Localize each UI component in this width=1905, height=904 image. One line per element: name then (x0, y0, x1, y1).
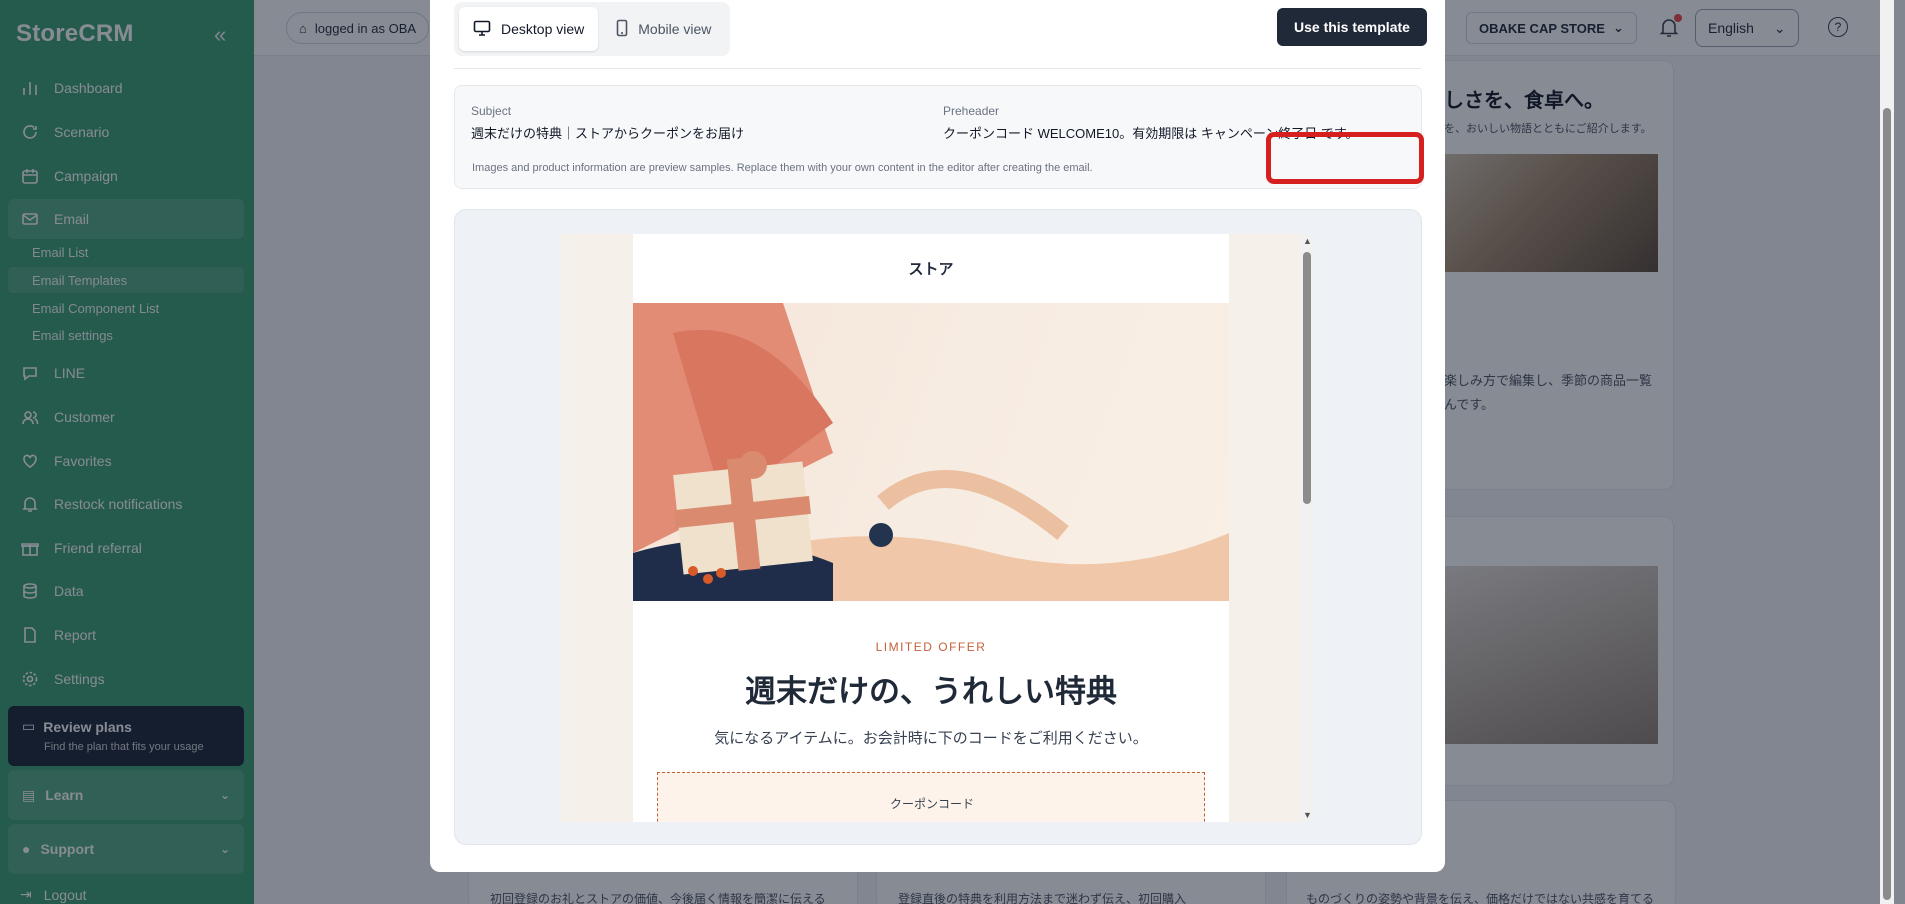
preheader-label: Preheader (943, 104, 1000, 118)
email-store-name: ストア (908, 261, 954, 278)
hero-image (633, 303, 1229, 601)
coupon-box: クーポンコード (657, 772, 1205, 822)
email-body: ストア LIMITED OFFER 週末だけの、うれしい特典 気になるアイテムに… (633, 234, 1229, 822)
scrollbar-thumb[interactable] (1883, 108, 1891, 900)
scrollbar-thumb[interactable] (1303, 252, 1311, 504)
scroll-down-icon[interactable]: ▼ (1303, 810, 1312, 820)
preview-scrollbar[interactable]: ▲ ▼ (1301, 234, 1313, 822)
use-template-button[interactable]: Use this template (1277, 8, 1427, 46)
divider (454, 68, 1421, 69)
template-preview-modal: Desktop view Mobile view Use this templa… (430, 0, 1445, 872)
view-toggle: Desktop view Mobile view (454, 2, 731, 56)
scroll-up-icon[interactable]: ▲ (1303, 236, 1312, 246)
mobile-view-button[interactable]: Mobile view (602, 7, 725, 51)
mobile-view-label: Mobile view (638, 21, 712, 37)
email-preview-area: ストア LIMITED OFFER 週末だけの、うれしい特典 気になるアイテムに… (454, 209, 1422, 845)
smartphone-icon (616, 19, 628, 40)
email-preview-frame[interactable]: ストア LIMITED OFFER 週末だけの、うれしい特典 気になるアイテムに… (561, 234, 1313, 822)
desktop-view-button[interactable]: Desktop view (459, 7, 599, 51)
email-headline: 週末だけの、うれしい特典 (745, 674, 1117, 709)
monitor-icon (473, 20, 491, 39)
preview-note: Images and product information are previ… (472, 162, 1093, 174)
email-eyebrow: LIMITED OFFER (875, 640, 987, 654)
page-scrollbar[interactable] (1880, 0, 1894, 904)
highlight-box (1266, 132, 1424, 184)
subject-label: Subject (471, 104, 512, 118)
email-lead: 気になるアイテムに。お会計時に下のコードをご利用ください。 (714, 730, 1148, 747)
subject-value: 週末だけの特典｜ストアからクーポンをお届け (471, 126, 745, 141)
desktop-view-label: Desktop view (501, 21, 585, 37)
coupon-label: クーポンコード (889, 797, 974, 811)
